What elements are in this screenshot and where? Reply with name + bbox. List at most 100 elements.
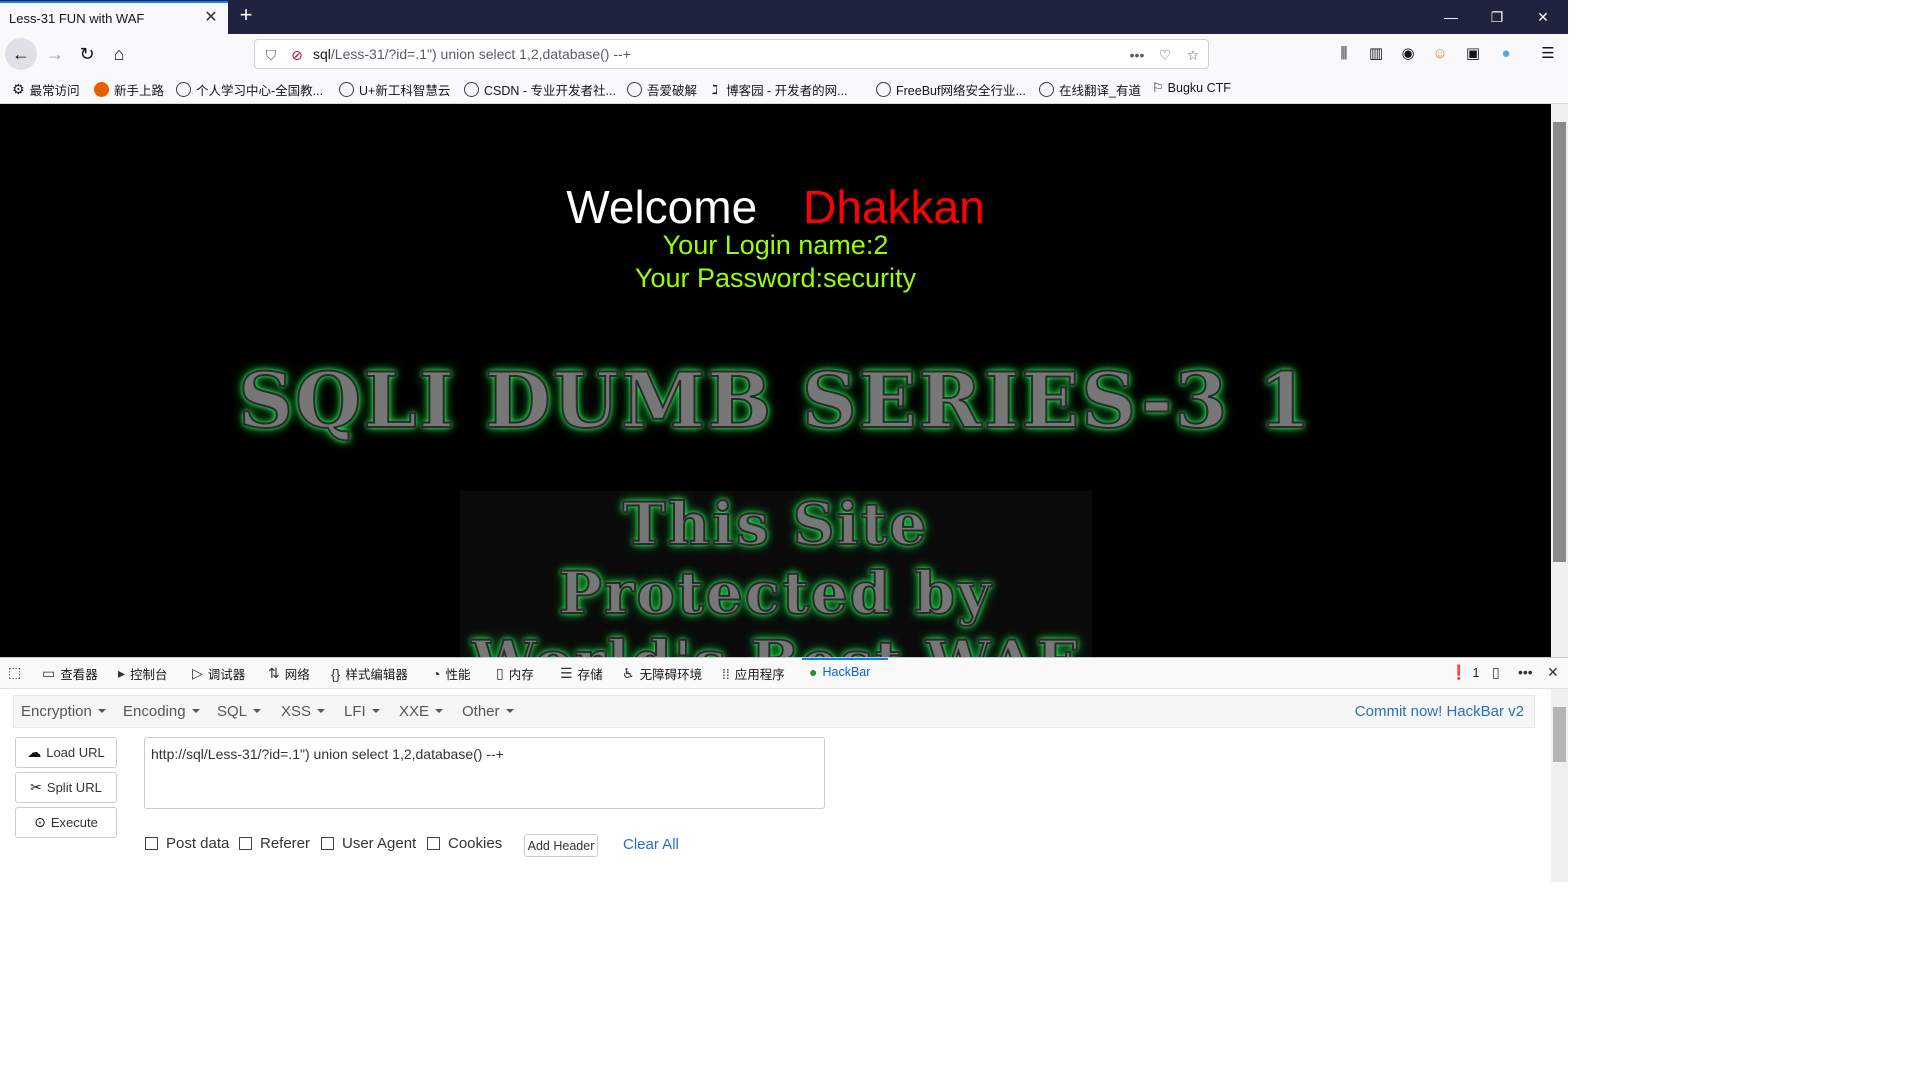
network-icon: ⇅ — [268, 665, 280, 681]
tab-accessibility[interactable]: ♿ 无障碍环境 — [622, 664, 702, 683]
devtools-more-icon[interactable]: ••• — [1518, 664, 1538, 680]
bookmark-item[interactable]: FreeBuf网络安全行业... — [876, 80, 1026, 99]
menu-encoding[interactable]: Encoding — [123, 703, 200, 720]
menu-sql[interactable]: SQL — [217, 703, 261, 720]
tab-inspector[interactable]: ▭ 查看器 — [42, 664, 98, 683]
shield-icon[interactable]: ⛉ — [261, 45, 281, 65]
menu-other[interactable]: Other — [462, 703, 514, 720]
waf-line-3: World's Best WAF — [0, 627, 1551, 657]
scrollbar-thumb[interactable] — [1553, 122, 1566, 562]
menu-icon[interactable]: ☰ — [1537, 43, 1559, 65]
page-actions-icon[interactable]: ••• — [1125, 45, 1149, 65]
play-icon: ⊙ — [34, 814, 46, 830]
tab-style-editor[interactable]: {} 样式编辑器 — [331, 664, 408, 683]
bookmark-item[interactable]: 新手上路 — [94, 80, 164, 99]
extension-monkey-icon[interactable]: ☺ — [1429, 43, 1451, 65]
window-close-icon[interactable]: ✕ — [1520, 0, 1566, 34]
page-content: Welcome Dhakkan Your Login name:2 Your Pa… — [0, 104, 1551, 657]
storage-icon: ☰ — [560, 665, 573, 681]
add-header-button[interactable]: Add Header — [524, 834, 598, 857]
waf-line-2: Protected by — [557, 558, 993, 628]
tab-application[interactable]: ⁞⁞ 应用程序 — [722, 664, 785, 683]
menu-xss[interactable]: XSS — [281, 703, 325, 720]
accessibility-icon: ♿ — [622, 665, 635, 681]
console-icon: ▸ — [118, 665, 126, 681]
tab-close-icon[interactable]: ✕ — [202, 9, 220, 27]
bookmarks-toolbar: ⚙ 最常访问 新手上路 个人学习中心-全国教... U+新工科智慧云 CSDN -… — [0, 74, 1568, 104]
tab-title: Less-31 FUN with WAF — [9, 11, 145, 26]
error-count-badge[interactable]: ❗ 1 — [1450, 664, 1479, 681]
bookmark-star-icon[interactable]: ☆ — [1183, 45, 1203, 65]
referer-checkbox[interactable]: Referer — [239, 835, 310, 852]
pocket-icon[interactable]: ♡ — [1155, 45, 1175, 65]
library-icon[interactable]: ⫼ — [1333, 43, 1355, 65]
extension-circle-icon[interactable]: ● — [1495, 43, 1517, 65]
home-icon[interactable]: ⌂ — [104, 40, 134, 68]
insecure-lock-icon[interactable]: ⊘ — [287, 45, 307, 65]
tab-storage[interactable]: ☰ 存储 — [560, 664, 603, 683]
bookmark-item[interactable]: 在线翻译_有道 — [1039, 80, 1141, 99]
tab-network[interactable]: ⇅ 网络 — [268, 664, 310, 683]
devtools-scrollbar[interactable] — [1551, 689, 1568, 882]
menu-encryption[interactable]: Encryption — [21, 703, 106, 720]
inspector-icon: ▭ — [42, 665, 56, 681]
welcome-name: Dhakkan — [803, 181, 985, 233]
extension-icon[interactable]: ▣ — [1462, 43, 1484, 65]
execute-button[interactable]: ⊙ Execute — [15, 807, 117, 838]
password: Your Password:security — [634, 263, 917, 293]
menu-lfi[interactable]: LFI — [344, 703, 380, 720]
hackbar-menu: Encryption Encoding SQL XSS LFI XXE Othe… — [13, 695, 1535, 728]
sidebar-icon[interactable]: ▥ — [1365, 43, 1387, 65]
tab-debugger[interactable]: ▷ 调试器 — [192, 664, 245, 683]
welcome-heading: Welcome Dhakkan — [0, 180, 1551, 234]
performance-icon: ◔ — [432, 665, 441, 682]
devtools-panel: ⬚ ▭ 查看器 ▸ 控制台 ▷ 调试器 ⇅ 网络 {} 样式编辑器 ◔ 性能 ▯ 内存 ☰ 存储… — [0, 657, 1568, 882]
flag-icon: ⚐ — [1152, 80, 1164, 95]
checkbox[interactable] — [239, 837, 252, 850]
application-icon: ⁞⁞ — [722, 665, 730, 682]
devtools-close-icon[interactable]: ✕ — [1547, 664, 1564, 681]
globe-icon — [627, 82, 642, 97]
forward-icon[interactable]: → — [40, 40, 70, 68]
tab-console[interactable]: ▸ 控制台 — [118, 664, 168, 683]
tab-memory[interactable]: ▯ 内存 — [496, 664, 534, 683]
scrollbar-thumb[interactable] — [1553, 707, 1566, 762]
checkbox[interactable] — [427, 837, 440, 850]
bookmark-item[interactable]: ℷ 博客园 - 开发者的网... — [712, 80, 848, 99]
url-text[interactable]: sql/Less-31/?id=.1") union select 1,2,da… — [313, 46, 631, 62]
cookies-checkbox[interactable]: Cookies — [427, 835, 502, 852]
back-icon[interactable]: ← — [5, 38, 37, 70]
series-banner: SQLI DUMB SERIES-3 1 — [237, 355, 1313, 446]
tab-performance[interactable]: ◔ 性能 — [432, 664, 470, 683]
restore-icon[interactable]: ❐ — [1474, 0, 1520, 34]
reload-icon[interactable]: ↻ — [72, 40, 102, 68]
split-url-button[interactable]: ✂ Split URL — [15, 772, 117, 803]
scissors-icon: ✂ — [30, 779, 42, 795]
bookmark-item[interactable]: ⚐ Bugku CTF — [1152, 80, 1231, 96]
cnblogs-icon: ℷ — [712, 81, 719, 97]
clear-all-link[interactable]: Clear All — [623, 836, 679, 853]
url-textarea[interactable]: http://sql/Less-31/?id=.1") union select… — [144, 737, 825, 809]
bookmark-item[interactable]: CSDN - 专业开发者社... — [464, 80, 616, 99]
user-agent-checkbox[interactable]: User Agent — [321, 835, 416, 852]
checkbox[interactable] — [321, 837, 334, 850]
element-picker-icon[interactable]: ⬚ — [8, 664, 26, 681]
minimize-icon[interactable]: — — [1428, 0, 1474, 34]
bookmark-item[interactable]: ⚙ 最常访问 — [12, 80, 80, 99]
bookmark-item[interactable]: 吾爱破解 — [627, 80, 697, 99]
page-scrollbar[interactable] — [1551, 104, 1568, 657]
bookmark-item[interactable]: 个人学习中心-全国教... — [176, 80, 323, 99]
checkbox[interactable] — [145, 837, 158, 850]
error-icon: ❗ — [1450, 664, 1468, 680]
tab-active[interactable]: Less-31 FUN with WAF ✕ — [0, 1, 228, 34]
tab-hackbar[interactable]: ● HackBar — [809, 664, 870, 680]
commit-link[interactable]: Commit now! HackBar v2 — [1355, 703, 1524, 720]
new-tab-button[interactable]: + — [234, 4, 258, 28]
dock-icon[interactable]: ▯ — [1492, 664, 1505, 681]
account-icon[interactable]: ◉ — [1397, 43, 1419, 65]
bookmark-item[interactable]: U+新工科智慧云 — [339, 80, 450, 99]
address-bar[interactable]: ⛉ ⊘ sql/Less-31/?id=.1") union select 1,… — [254, 39, 1209, 69]
menu-xxe[interactable]: XXE — [399, 703, 443, 720]
post-data-checkbox[interactable]: Post data — [145, 835, 229, 852]
load-url-button[interactable]: ☁ Load URL — [15, 737, 117, 768]
